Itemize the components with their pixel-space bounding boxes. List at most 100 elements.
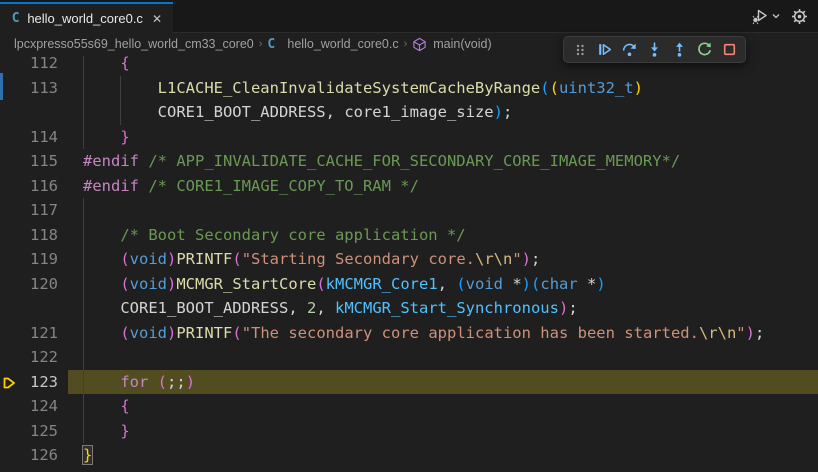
breadcrumb-separator: › <box>258 38 263 50</box>
gutter[interactable]: 116 <box>0 174 68 199</box>
gutter[interactable]: 126 <box>0 443 68 468</box>
gutter[interactable]: 122 <box>0 345 68 370</box>
toolbar-drag-handle-icon[interactable] <box>568 38 591 61</box>
token: * <box>577 274 597 293</box>
token: ( <box>540 78 550 97</box>
token: "Starting Secondary core. <box>241 250 475 268</box>
code-text[interactable]: /* Boot Secondary core application */ <box>68 222 818 247</box>
code-line-115[interactable]: 115 #endif /* APP_INVALIDATE_CACHE_FOR_SE… <box>0 149 818 174</box>
token: ) <box>521 274 532 293</box>
code-line-117[interactable]: 117 <box>0 198 818 223</box>
code-text[interactable] <box>68 345 818 370</box>
token: L1CACHE_CleanInvalidateSystemCacheByRang… <box>157 78 541 97</box>
debug-restart-icon[interactable] <box>693 38 716 61</box>
debug-step-out-icon[interactable] <box>668 38 691 61</box>
code-text[interactable]: CORE1_BOOT_ADDRESS, 2, kMCMGR_Start_Sync… <box>68 296 818 321</box>
code-text[interactable] <box>68 198 818 223</box>
token: 2 <box>306 299 317 317</box>
token: ; <box>531 250 541 268</box>
token: ( <box>120 274 130 293</box>
code-line-122[interactable]: 122 <box>0 345 818 370</box>
gutter[interactable]: 121 <box>0 321 68 346</box>
token: * <box>503 274 522 293</box>
code-text[interactable]: (void)PRINTF("The secondary core applica… <box>68 320 818 345</box>
gutter[interactable]: 117 <box>0 198 68 223</box>
code-line-121[interactable]: 121 (void)PRINTF("The secondary core app… <box>0 320 818 346</box>
token: ) <box>745 323 755 342</box>
token: ( <box>120 250 130 268</box>
code-line-119[interactable]: 119 (void)PRINTF("Starting Secondary cor… <box>0 247 818 272</box>
code-text[interactable]: { <box>68 394 818 419</box>
token: #endif <box>83 152 139 170</box>
code-text[interactable]: CORE1_BOOT_ADDRESS, core1_image_size); <box>68 100 818 125</box>
token: , <box>288 299 307 317</box>
code-line-124[interactable]: 124 { <box>0 394 818 419</box>
c-file-icon: C <box>267 36 276 52</box>
code-text[interactable]: } <box>68 124 818 149</box>
gutter[interactable] <box>0 296 68 321</box>
code-text[interactable]: } <box>68 443 818 468</box>
code-line-wrap[interactable]: CORE1_BOOT_ADDRESS, core1_image_size); <box>0 100 818 125</box>
debug-continue-icon[interactable] <box>593 38 616 61</box>
gutter[interactable]: 125 <box>0 419 68 444</box>
token: ( <box>316 274 326 293</box>
code-line-118[interactable]: 118 /* Boot Secondary core application *… <box>0 222 818 248</box>
settings-gear-icon[interactable] <box>791 8 808 25</box>
breadcrumb-file[interactable]: hello_world_core0.c <box>287 37 398 51</box>
token: void <box>465 274 503 293</box>
code-line-wrap[interactable]: CORE1_BOOT_ADDRESS, 2, kMCMGR_Start_Sync… <box>0 296 818 321</box>
indent-guide <box>83 56 84 76</box>
code-text[interactable] <box>68 468 818 472</box>
gutter[interactable] <box>0 100 68 125</box>
gutter[interactable]: 124 <box>0 394 68 419</box>
token: , <box>437 274 457 293</box>
breadcrumb-project[interactable]: lpcxpresso55s69_hello_world_cm33_core0 <box>14 37 254 51</box>
token: ) <box>167 323 177 342</box>
run-or-debug-button[interactable] <box>751 7 781 25</box>
debug-step-over-icon[interactable] <box>618 38 641 61</box>
indent-guide <box>83 75 84 100</box>
breadcrumb-symbol[interactable]: main(void) <box>433 37 491 51</box>
code-line-114[interactable]: 114 } <box>0 124 818 150</box>
token: CORE1_BOOT_ADDRESS <box>120 299 289 317</box>
code-text[interactable]: (void)PRINTF("Starting Secondary core.\r… <box>68 247 818 272</box>
token: ) <box>167 274 177 293</box>
token: ; <box>568 299 578 317</box>
code-line-125[interactable]: 125 } <box>0 418 818 444</box>
code-line-126[interactable]: 126} <box>0 443 818 468</box>
gutter[interactable]: 119 <box>0 247 68 272</box>
token: ) <box>558 299 569 317</box>
debug-toolbar <box>563 36 746 63</box>
debug-step-into-icon[interactable] <box>643 38 666 61</box>
gutter[interactable]: 112 <box>0 56 68 76</box>
code-line-123[interactable]: 123 for (;;) <box>0 369 818 395</box>
code-line-127[interactable]: 127 <box>0 468 818 472</box>
code-line-113[interactable]: 113 L1CACHE_CleanInvalidateSystemCacheBy… <box>0 75 818 101</box>
gutter[interactable]: 113 <box>0 76 68 101</box>
code-line-116[interactable]: 116 #endif /* CORE1_IMAGE_COPY_TO_RAM */ <box>0 174 818 199</box>
token: PRINTF <box>176 250 233 268</box>
gutter[interactable]: 120 <box>0 272 68 297</box>
gutter[interactable]: 123 <box>0 370 68 395</box>
gutter[interactable]: 114 <box>0 125 68 150</box>
gutter[interactable]: 115 <box>0 149 68 174</box>
code-text[interactable]: #endif /* APP_INVALIDATE_CACHE_FOR_SECON… <box>68 149 818 174</box>
tab-close-icon[interactable]: ✕ <box>149 11 165 27</box>
token: ; <box>502 103 513 121</box>
code-text[interactable]: for (;;) <box>68 369 818 394</box>
gutter[interactable]: 127 <box>0 468 68 472</box>
tab-hello-world-core0[interactable]: C hello_world_core0.c ✕ <box>0 2 173 33</box>
code-text[interactable]: } <box>68 418 818 443</box>
code-editor[interactable]: 112 {113 L1CACHE_CleanInvalidateSystemCa… <box>0 56 818 472</box>
code-line-120[interactable]: 120 (void)MCMGR_StartCore(kMCMGR_Core1, … <box>0 271 818 297</box>
code-text[interactable]: (void)MCMGR_StartCore(kMCMGR_Core1, (voi… <box>68 271 818 296</box>
gutter[interactable]: 118 <box>0 223 68 248</box>
indent-guide <box>83 198 84 223</box>
code-text[interactable]: #endif /* CORE1_IMAGE_COPY_TO_RAM */ <box>68 174 818 199</box>
debug-stop-icon[interactable] <box>718 38 741 61</box>
code-text[interactable]: L1CACHE_CleanInvalidateSystemCacheByRang… <box>68 75 818 100</box>
